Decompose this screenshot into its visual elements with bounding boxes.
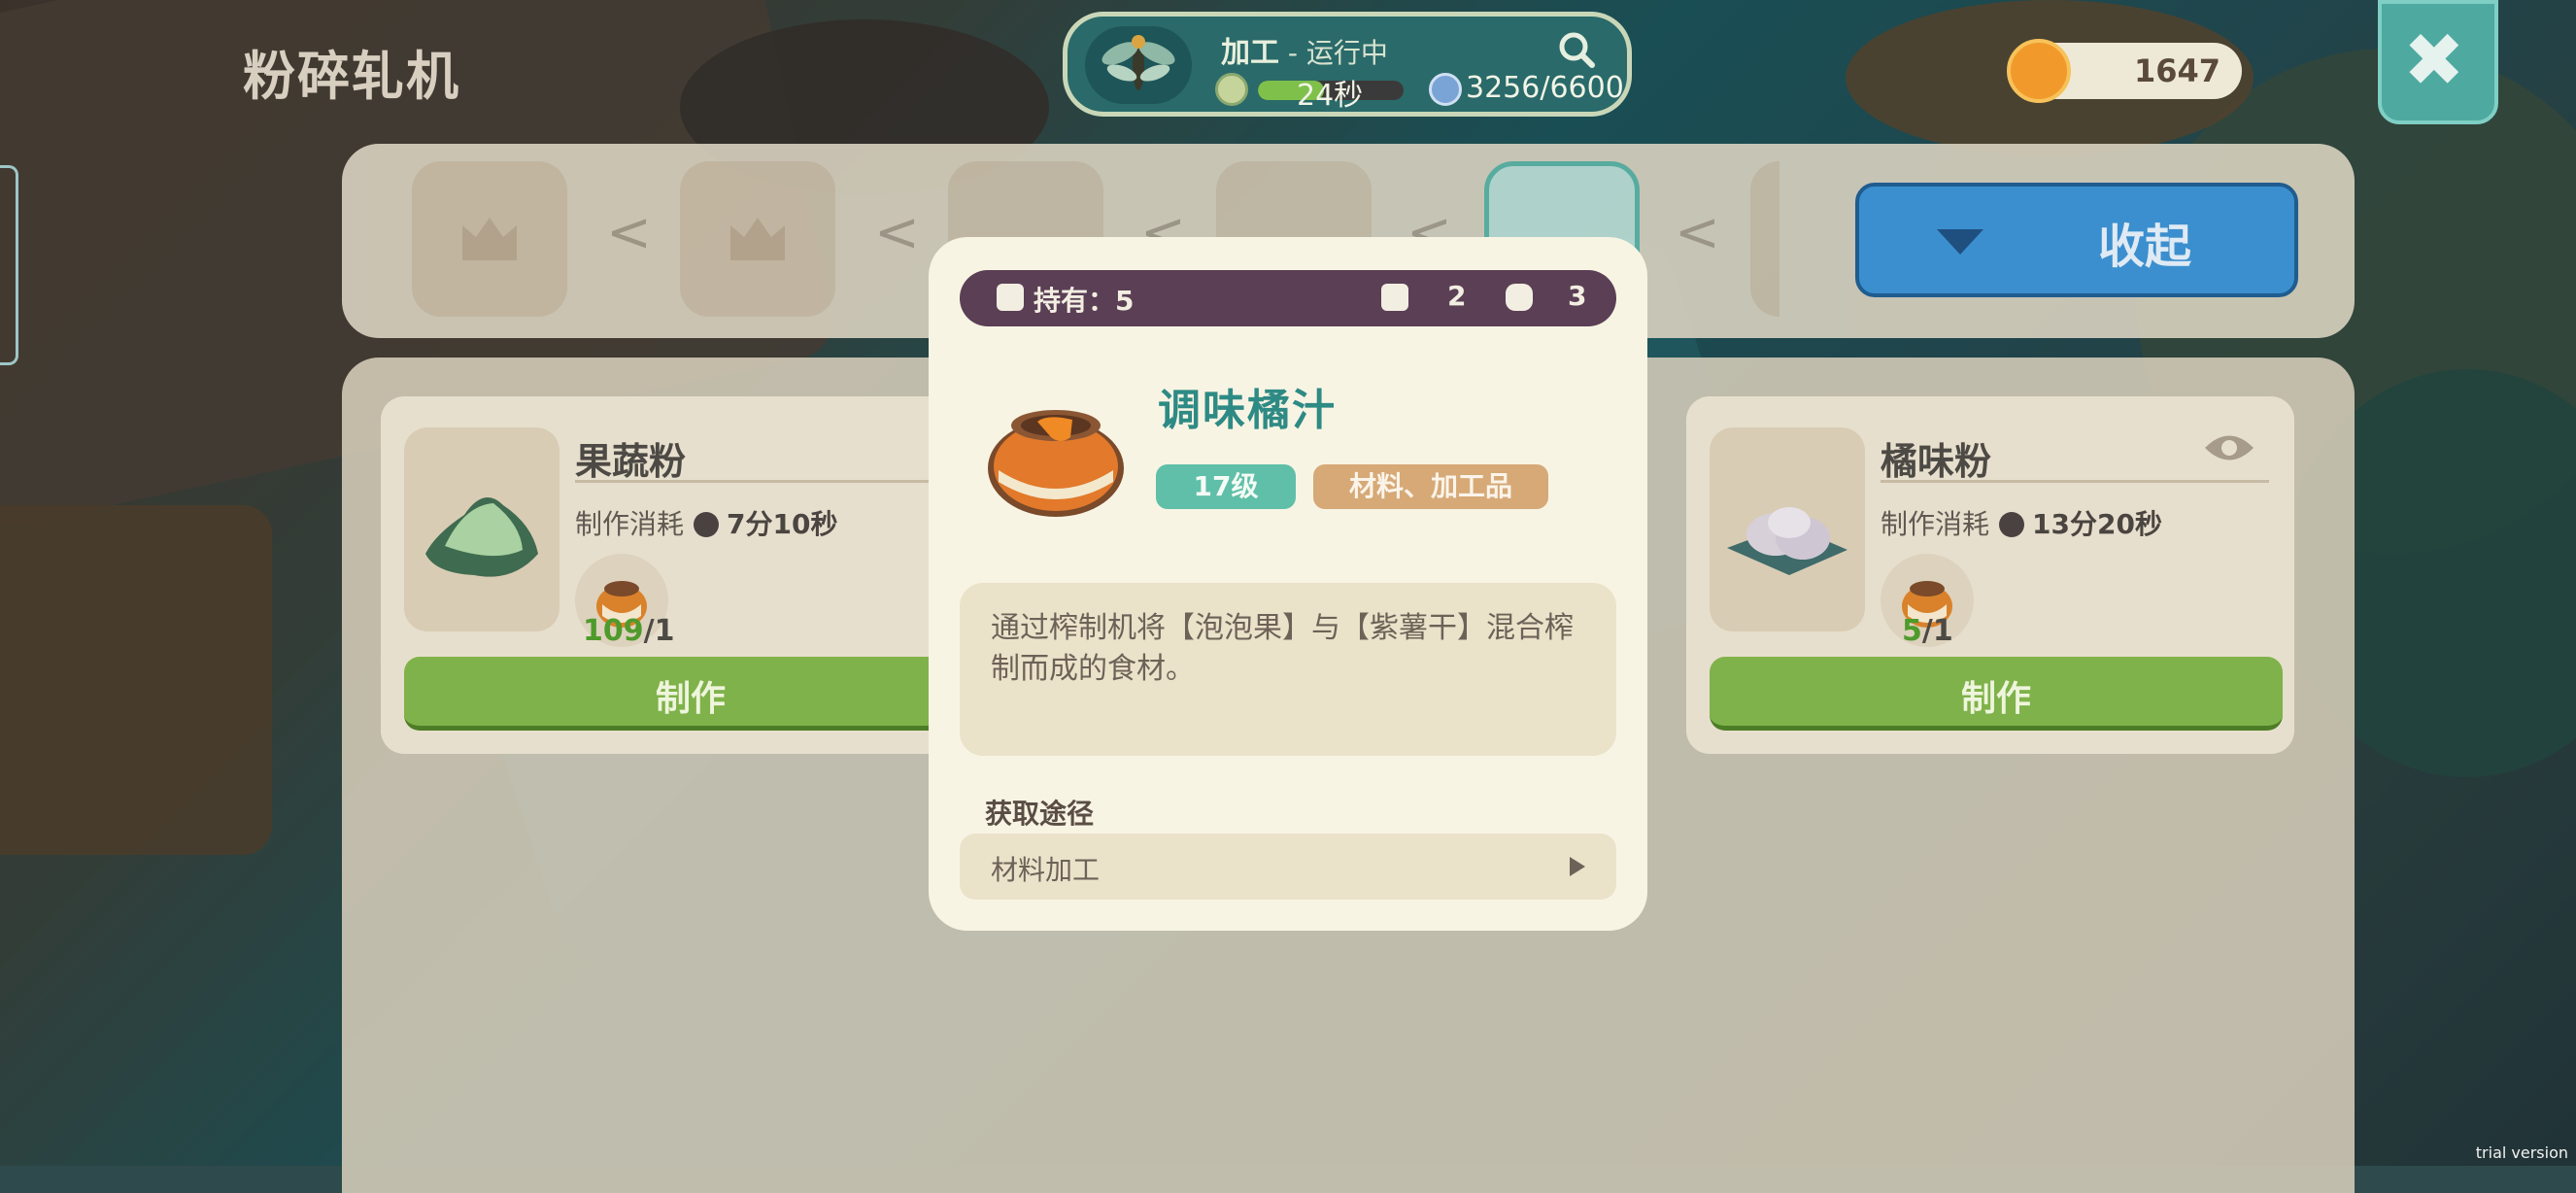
divider [575,480,964,483]
capacity-text: 3256/6600 [1466,71,1624,105]
machine-status-pill[interactable]: 加工 - 运行中 24秒 3256/6600 [1063,12,1632,117]
owned-count: 持有：5 [1034,285,1135,317]
make-button[interactable]: 制作 [1710,657,2283,731]
source-label: 材料加工 [991,854,1101,886]
orange-powder-thumbnail [1710,427,1865,631]
item-detail-popup: 持有：5 2 3 调味橘汁 17级 材料、加工品 通过榨制机将【泡泡果】与【紫薯… [929,237,1647,931]
triangle-down-icon [1937,229,1983,255]
item-description-box: 通过榨制机将【泡泡果】与【紫薯干】混合榨制而成的食材。 [960,583,1616,756]
recipe-name: 果蔬粉 [575,440,687,483]
bag-icon [997,284,1024,311]
arrow-left-icon: < [1675,201,1720,264]
collapse-label: 收起 [2098,220,2192,274]
craft-time: 7分10秒 [727,508,838,540]
play-arrow-icon [1570,857,1585,876]
owned-bar: 持有：5 2 3 [960,270,1616,326]
coin-icon [2007,39,2071,103]
eye-icon[interactable] [2203,431,2255,468]
fruit-powder-thumbnail [404,427,559,631]
page-title: 粉碎轧机 [243,46,460,107]
status-label: 加工 [1221,36,1279,70]
recipe-slot-6[interactable] [1750,161,1779,317]
craft-cost: 制作消耗 13分20秒 [1881,503,2162,542]
source-title: 获取途径 [985,798,1095,830]
material-quantity: 5/1 [1902,614,1953,648]
craft-cost: 制作消耗 7分10秒 [575,503,837,542]
clock-icon [1215,73,1248,106]
collapse-button[interactable]: 收起 [1855,183,2298,297]
dragonfly-icon [1085,26,1192,104]
divider [1881,480,2269,483]
timer-text: 24秒 [1297,79,1364,113]
arrow-left-icon: < [606,201,652,264]
recipe-card-fruit-powder: 果蔬粉 制作消耗 7分10秒 109/1 制作 [381,396,989,754]
quantity-need: /1 [1921,614,1953,648]
search-icon[interactable] [1557,30,1596,73]
clock-icon [694,512,720,537]
make-button[interactable]: 制作 [404,657,977,731]
item-name: 调味橘汁 [1158,386,1337,435]
cost-label: 制作消耗 [575,508,685,540]
arrow-left-icon: < [874,201,920,264]
recipe-card-orange-powder: 橘味粉 制作消耗 13分20秒 5/1 制作 [1686,396,2294,754]
watermark: trial version [2475,1143,2568,1162]
close-button[interactable]: ✖ [2378,0,2498,124]
status-running: 运行中 [1305,37,1388,69]
source-row[interactable]: 材料加工 [960,834,1616,900]
level-badge: 17级 [1156,464,1296,509]
coin-value: 1647 [2133,52,2220,89]
craft-time: 13分20秒 [2032,508,2162,540]
cost-label: 制作消耗 [1881,508,1990,540]
coin-counter[interactable]: 1647 [2007,39,2242,103]
capacity-icon [1429,73,1462,106]
bag-count: 2 [1447,280,1467,312]
quantity-have: 109 [583,614,644,648]
make-button-label: 制作 [1960,679,2031,719]
item-description: 通过榨制机将【泡泡果】与【紫薯干】混合榨制而成的食材。 [991,611,1574,686]
material-quantity: 109/1 [583,614,674,648]
storage-count: 3 [1568,280,1587,312]
make-button-label: 制作 [655,679,726,719]
clock-icon [1999,512,2025,537]
storage-icon [1506,284,1533,311]
orange-juice-pot-icon [983,392,1129,523]
bag-icon [1381,284,1408,311]
recipe-slot-2[interactable] [680,161,835,317]
close-icon: ✖ [2403,17,2465,103]
recipe-slot-1[interactable] [412,161,567,317]
recipe-name: 橘味粉 [1881,440,1992,483]
left-side-tab[interactable] [0,165,18,365]
status-separator: - [1279,37,1306,69]
quantity-need: /1 [643,614,675,648]
quantity-have: 5 [1902,614,1922,648]
category-badge: 材料、加工品 [1313,464,1548,509]
status-title: 加工 - 运行中 [1221,28,1388,71]
